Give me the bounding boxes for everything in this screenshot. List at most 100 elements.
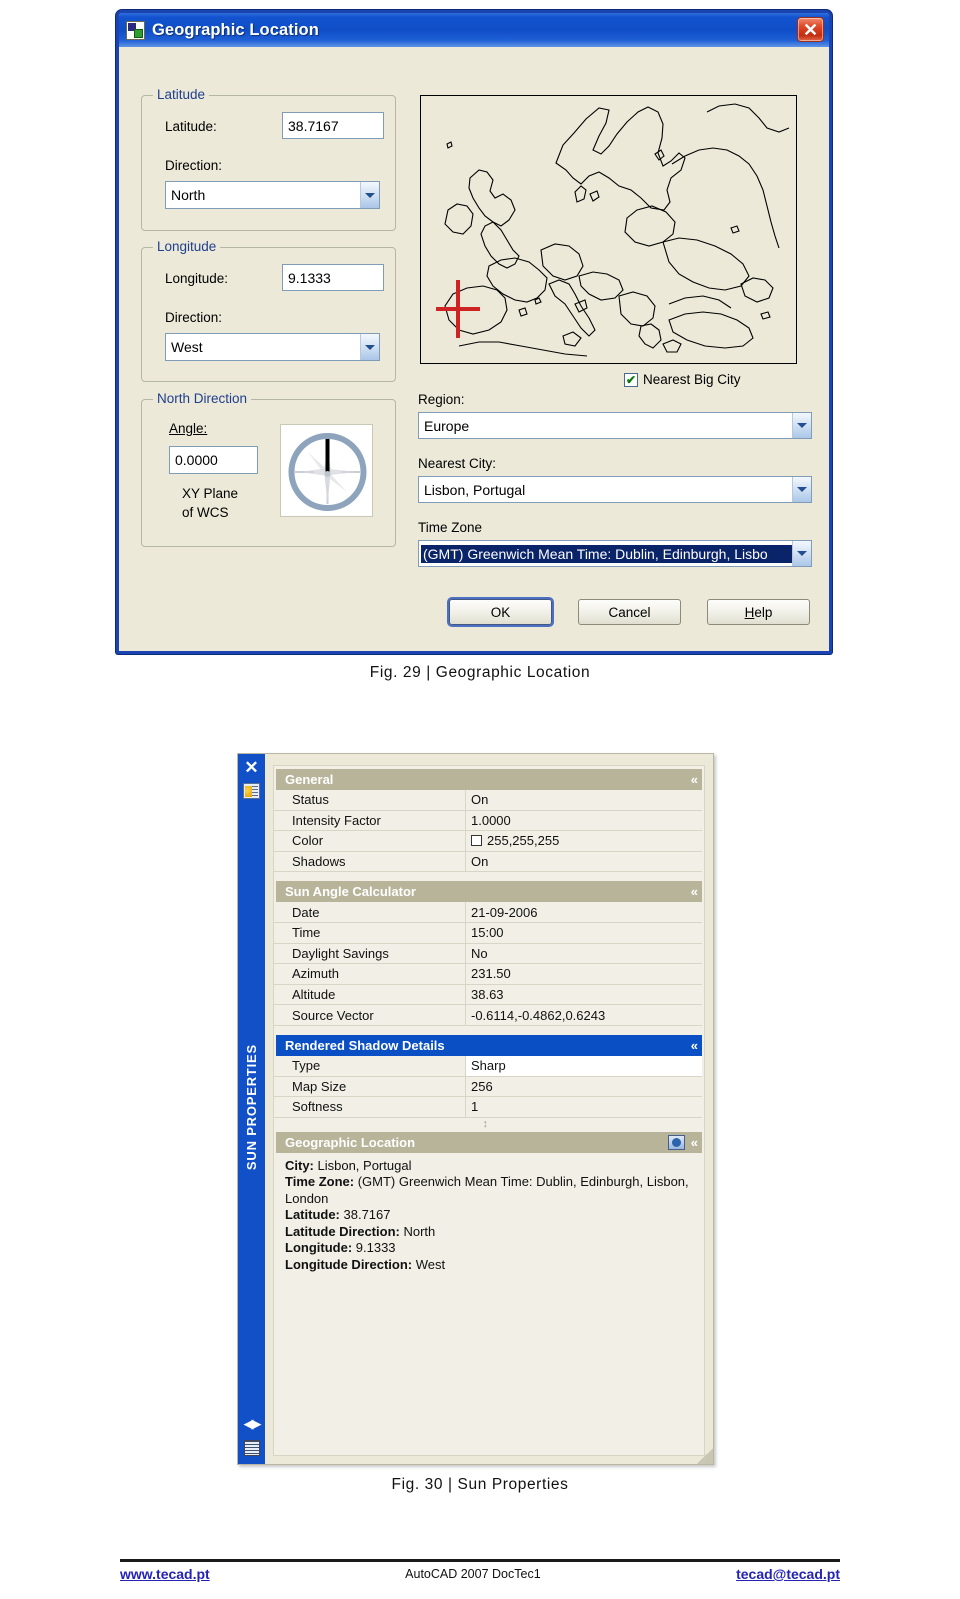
longitude-label: Longitude: <box>165 271 229 286</box>
footer-website-link[interactable]: www.tecad.pt <box>120 1566 210 1582</box>
property-value[interactable]: No <box>466 943 702 965</box>
section-title: Rendered Shadow Details <box>285 1037 445 1053</box>
chevron-down-icon[interactable] <box>360 182 379 208</box>
dialog-titlebar: Geographic Location ✕ <box>119 13 829 47</box>
property-name: Map Size <box>274 1076 466 1098</box>
latitude-input[interactable]: 38.7167 <box>282 112 384 139</box>
nearest-big-city-label: Nearest Big City <box>643 372 741 387</box>
table-row[interactable]: Map Size 256 <box>274 1076 704 1098</box>
europe-map[interactable] <box>420 95 797 364</box>
info-label: Longitude Direction: <box>285 1256 413 1272</box>
palette-title-rail: ✕ SUN PROPERTIES ◀▶ <box>238 754 265 1464</box>
close-icon[interactable]: ✕ <box>244 759 258 776</box>
property-value[interactable]: -0.6114,-0.4862,0.6243 <box>466 1005 702 1026</box>
property-value[interactable]: Sharp <box>466 1055 702 1077</box>
geographic-location-icon <box>126 20 145 40</box>
dialog-button-row: OK Cancel Help <box>449 599 810 625</box>
ok-button[interactable]: OK <box>449 599 552 625</box>
map-marker-horizontal <box>436 307 480 311</box>
compass-dial[interactable] <box>280 424 373 517</box>
chevron-up-icon[interactable]: « <box>691 772 698 787</box>
table-row[interactable]: Color 255,255,255 <box>274 831 704 852</box>
palette-menu-icon[interactable] <box>243 1440 260 1456</box>
document-page: Geographic Location ✕ Latitude Latitude:… <box>0 0 960 1599</box>
latitude-direction-select[interactable]: North <box>165 181 380 209</box>
chevron-up-icon[interactable]: « <box>691 1135 698 1150</box>
compass-icon <box>288 433 367 511</box>
chevron-down-icon[interactable] <box>360 334 379 360</box>
time-zone-value: (GMT) Greenwich Mean Time: Dublin, Edinb… <box>421 544 792 563</box>
time-zone-select[interactable]: (GMT) Greenwich Mean Time: Dublin, Edinb… <box>418 540 812 567</box>
sun-properties-palette: ✕ SUN PROPERTIES ◀▶ General « Status On <box>237 753 714 1465</box>
table-row[interactable]: Intensity Factor 1.0000 <box>274 810 704 832</box>
table-row[interactable]: Date 21-09-2006 <box>274 902 704 923</box>
table-row[interactable]: Azimuth 231.50 <box>274 964 704 985</box>
section-header-geographic-location[interactable]: Geographic Location « <box>276 1131 702 1153</box>
property-name: Date <box>274 902 466 923</box>
checkbox-icon[interactable]: ✔ <box>624 372 638 387</box>
geographic-location-dialog: Geographic Location ✕ Latitude Latitude:… <box>116 10 832 654</box>
nearest-city-select[interactable]: Lisbon, Portugal <box>418 476 812 503</box>
north-note-line2: of WCS <box>182 505 229 520</box>
table-row[interactable]: Status On <box>274 790 704 811</box>
footer-email-link[interactable]: tecad@tecad.pt <box>736 1566 840 1582</box>
longitude-input[interactable]: 9.1333 <box>282 264 384 291</box>
north-angle-input[interactable]: 0.0000 <box>169 446 258 474</box>
table-row[interactable]: Time 15:00 <box>274 922 704 944</box>
palette-content: General « Status On Intensity Factor 1.0… <box>265 754 713 1464</box>
table-row[interactable]: Type Sharp <box>274 1055 704 1077</box>
nearest-big-city-checkbox-row[interactable]: ✔ Nearest Big City <box>624 372 741 387</box>
panel-splitter[interactable]: ↕ <box>274 1118 704 1132</box>
property-name: Status <box>274 790 466 811</box>
map-canvas <box>423 98 796 363</box>
section-title: Sun Angle Calculator <box>285 884 416 900</box>
section-header-rendered-shadow-details[interactable]: Rendered Shadow Details « <box>276 1034 702 1056</box>
property-name: Source Vector <box>274 1005 466 1026</box>
property-value[interactable]: 1 <box>466 1097 702 1118</box>
info-line-latitude-direction: Latitude Direction: North <box>285 1224 692 1241</box>
cancel-button[interactable]: Cancel <box>578 599 681 625</box>
dialog-title: Geographic Location <box>152 20 319 39</box>
latitude-label: Latitude: <box>165 119 217 134</box>
table-row[interactable]: Daylight Savings No <box>274 943 704 965</box>
chevron-down-icon[interactable] <box>792 413 811 438</box>
section-header-general[interactable]: General « <box>276 769 702 790</box>
close-icon[interactable]: ✕ <box>797 17 824 42</box>
footer-doc-title: AutoCAD 2007 DocTec1 <box>405 1567 541 1581</box>
north-direction-group-legend: North Direction <box>153 391 252 406</box>
section-title: General <box>285 772 334 787</box>
table-row[interactable]: Altitude 38.63 <box>274 984 704 1006</box>
longitude-direction-select[interactable]: West <box>165 333 380 361</box>
region-value: Europe <box>424 417 470 434</box>
region-select[interactable]: Europe <box>418 412 812 439</box>
chevron-down-icon[interactable] <box>792 541 811 566</box>
property-value[interactable]: On <box>466 851 702 873</box>
info-value: 38.7167 <box>339 1207 391 1223</box>
property-value[interactable]: 21-09-2006 <box>466 902 702 923</box>
property-value[interactable]: On <box>466 790 702 811</box>
property-value[interactable]: 256 <box>466 1076 702 1098</box>
info-line-longitude-direction: Longitude Direction: West <box>285 1257 692 1274</box>
table-row[interactable]: Source Vector -0.6114,-0.4862,0.6243 <box>274 1005 704 1026</box>
section-header-sun-angle-calculator[interactable]: Sun Angle Calculator « <box>276 881 702 903</box>
chevron-up-icon[interactable]: « <box>691 1038 698 1053</box>
property-grid: General « Status On Intensity Factor 1.0… <box>273 765 705 1456</box>
help-button[interactable]: Help <box>707 599 810 625</box>
property-value[interactable]: 38.63 <box>466 984 702 1006</box>
table-row[interactable]: Shadows On <box>274 851 704 873</box>
property-value[interactable]: 231.50 <box>466 964 702 985</box>
auto-hide-icon[interactable]: ◀▶ <box>244 1416 262 1432</box>
property-name: Intensity Factor <box>274 810 466 832</box>
property-value-color[interactable]: 255,255,255 <box>466 831 702 852</box>
palette-title-text: SUN PROPERTIES <box>244 1044 259 1171</box>
latitude-direction-label: Direction: <box>165 158 223 173</box>
resize-grip-icon[interactable] <box>697 1448 713 1464</box>
chevron-down-icon[interactable] <box>792 477 811 502</box>
chevron-up-icon[interactable]: « <box>691 884 698 899</box>
info-label: Latitude: <box>285 1207 340 1223</box>
table-row[interactable]: Softness 1 <box>274 1097 704 1118</box>
property-value[interactable]: 15:00 <box>466 922 702 944</box>
info-line-longitude: Longitude: 9.1333 <box>285 1240 692 1257</box>
property-value[interactable]: 1.0000 <box>466 810 702 832</box>
geo-map-icon[interactable] <box>667 1134 685 1150</box>
